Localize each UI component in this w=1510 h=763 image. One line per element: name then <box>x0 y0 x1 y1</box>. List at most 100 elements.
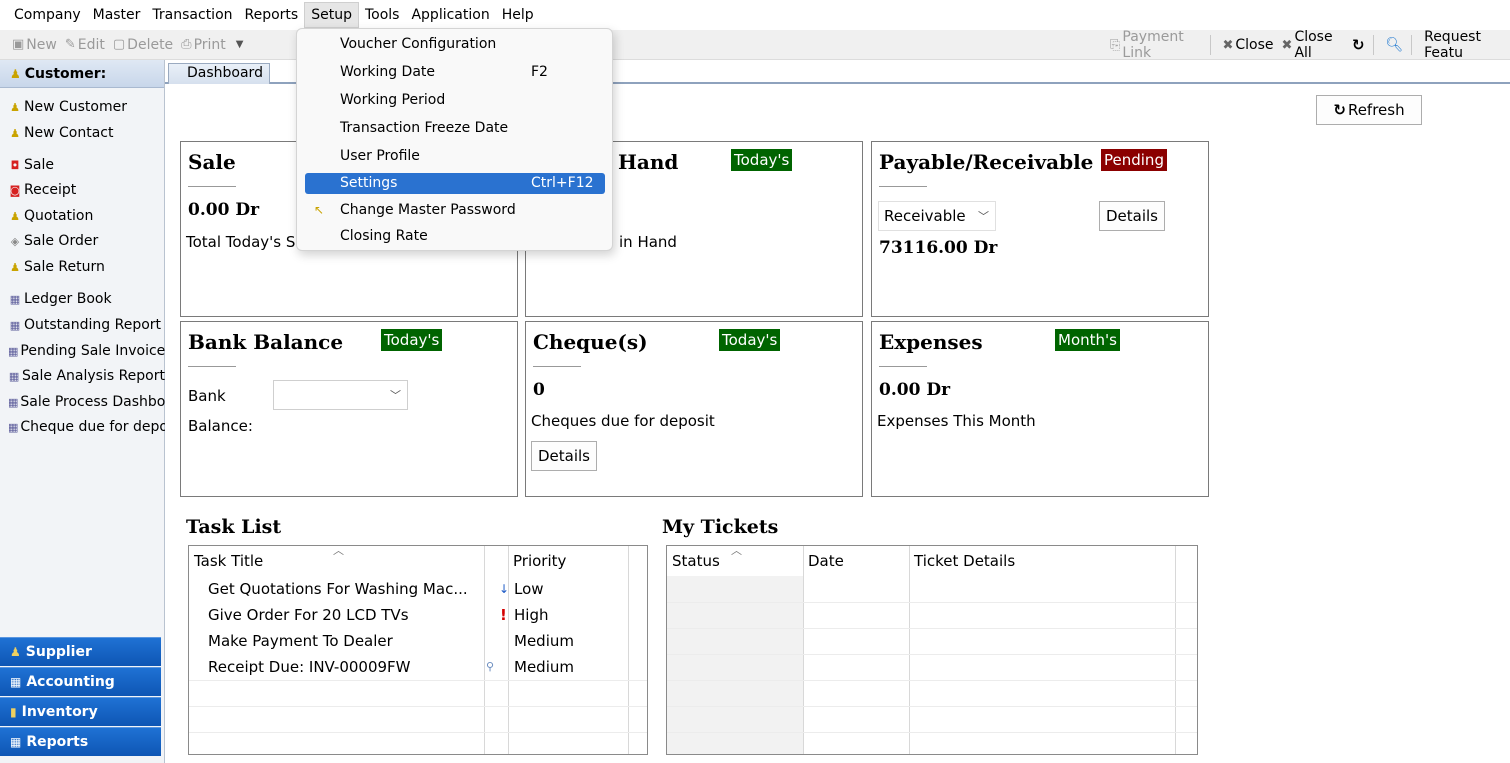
sort-arrow-icon: ︿ <box>333 545 344 557</box>
new-button[interactable]: ▣ New <box>12 37 57 53</box>
expenses-value: 0.00 Dr <box>879 380 951 400</box>
row-divider <box>667 628 1197 629</box>
sidebar-item-receipt[interactable]: ◙ Receipt <box>8 182 165 198</box>
title-underline <box>879 186 927 187</box>
attachment-icon: ⚲ <box>486 660 495 673</box>
menu-setup[interactable]: Setup <box>304 2 359 28</box>
sort-arrow-icon: ︿ <box>731 545 742 557</box>
sidebar-section-inventory[interactable]: ▮ Inventory <box>0 697 161 726</box>
my-tickets-title: My Tickets <box>662 516 779 538</box>
sidebar-item-ledger-book[interactable]: ▦ Ledger Book <box>8 291 165 307</box>
sidebar: ♟ Customer: ♟ New Customer ♟ New Contact ◘… <box>0 60 165 763</box>
menu-bar: Company Master Transaction Reports Setup… <box>0 0 1510 30</box>
chevron-down-icon: ﹀ <box>978 210 989 223</box>
sale-desc: Total Today's S <box>186 233 296 251</box>
menu-item-working-date[interactable]: Working Date F2 <box>305 62 605 83</box>
receivable-select[interactable]: Receivable ﹀ <box>878 201 996 231</box>
sidebar-item-sale-return[interactable]: ♟ Sale Return <box>8 259 165 275</box>
menu-item-closing-rate[interactable]: Closing Rate <box>305 226 605 247</box>
delete-icon: ▢ <box>112 37 126 52</box>
sidebar-item-new-contact[interactable]: ♟ New Contact <box>8 125 165 141</box>
sidebar-item-sale-process-dashboard[interactable]: ▦ Sale Process Dashboa <box>8 394 165 410</box>
cheques-details-button[interactable]: Details <box>531 441 598 471</box>
row-divider <box>667 654 1197 655</box>
sale-value: 0.00 Dr <box>188 200 260 220</box>
priority-cell: Medium <box>514 658 574 676</box>
column-header-date[interactable]: Date <box>803 546 844 576</box>
refresh-toolbar-icon[interactable]: ↻ <box>1352 36 1365 54</box>
sidebar-item-quotation[interactable]: ♟ Quotation <box>8 208 165 224</box>
payable-details-button[interactable]: Details <box>1099 201 1166 231</box>
close-button[interactable]: ✖ Close <box>1222 37 1273 53</box>
priority-cell: Medium <box>514 632 574 650</box>
tab-dashboard[interactable]: Dashboard <box>168 63 270 84</box>
column-divider <box>628 546 629 754</box>
card-title: Sale <box>188 150 236 174</box>
menu-reports[interactable]: Reports <box>239 3 305 27</box>
my-tickets-grid[interactable]: Status ︿ Date Ticket Details <box>666 545 1198 755</box>
payment-link-button[interactable]: ⎘ Payment Link <box>1110 29 1202 61</box>
column-header-ticket-details[interactable]: Ticket Details <box>909 546 1015 576</box>
report-icon: ▦ <box>9 292 21 306</box>
card-title: Bank Balance <box>188 330 344 354</box>
search-icon[interactable]: 🔍︎ <box>1385 37 1403 53</box>
close-icon: ✖ <box>1222 37 1234 53</box>
menu-company[interactable]: Company <box>8 3 87 27</box>
column-header-priority[interactable]: Priority <box>508 546 566 576</box>
print-dropdown-icon[interactable]: ▼ <box>236 39 244 50</box>
sidebar-item-sale[interactable]: ◘ Sale <box>8 157 165 173</box>
accounting-icon: ▦ <box>10 675 22 689</box>
sidebar-header-customer[interactable]: ♟ Customer: <box>0 60 164 88</box>
column-header-status[interactable]: Status <box>667 546 720 576</box>
card-title: Cheque(s) <box>533 330 648 354</box>
task-title-cell[interactable]: Make Payment To Dealer <box>208 628 393 654</box>
sidebar-item-sale-analysis-report[interactable]: ▦ Sale Analysis Report <box>8 368 165 384</box>
request-feature-button[interactable]: Request Featu <box>1424 29 1510 61</box>
card-cheques: Cheque(s) Today's 0 Cheques due for depo… <box>525 321 863 497</box>
sale-icon: ◘ <box>10 158 20 172</box>
sidebar-item-cheque-due[interactable]: ▦ Cheque due for depos <box>8 419 165 435</box>
sidebar-section-accounting[interactable]: ▦ Accounting <box>0 667 161 696</box>
edit-button[interactable]: ✎ Edit <box>65 37 105 53</box>
sidebar-item-pending-sale-invoices[interactable]: ▦ Pending Sale Invoices <box>8 343 165 359</box>
order-icon: ◈ <box>10 234 20 248</box>
close-all-button[interactable]: ✖ Close All <box>1282 29 1344 61</box>
title-underline <box>188 366 236 367</box>
task-title-cell[interactable]: Receipt Due: INV-00009FW <box>208 654 411 680</box>
menu-item-voucher-configuration[interactable]: Voucher Configuration <box>305 34 605 55</box>
cheques-desc: Cheques due for deposit <box>531 412 715 430</box>
column-header-task-title[interactable]: Task Title <box>189 546 263 576</box>
task-title-cell[interactable]: Give Order For 20 LCD TVs <box>208 602 409 628</box>
sidebar-item-outstanding-report[interactable]: ▦ Outstanding Report <box>8 317 165 333</box>
menu-application[interactable]: Application <box>405 3 495 27</box>
reports-icon: ▦ <box>10 735 22 749</box>
report-icon: ▦ <box>8 344 19 358</box>
print-button[interactable]: ⎙ Print <box>181 37 226 53</box>
sidebar-item-sale-order[interactable]: ◈ Sale Order <box>8 233 165 249</box>
menu-item-transaction-freeze-date[interactable]: Transaction Freeze Date <box>305 118 605 139</box>
menu-master[interactable]: Master <box>87 3 147 27</box>
delete-button[interactable]: ▢ Delete <box>113 37 173 53</box>
menu-transaction[interactable]: Transaction <box>146 3 238 27</box>
task-list-grid[interactable]: Task Title ︿ Priority Get Quotations For… <box>188 545 648 755</box>
printer-icon: ⎙ <box>181 37 192 52</box>
toolbar-right: ⎘ Payment Link ✖ Close ✖ Close All ↻ 🔍︎ Req… <box>1106 29 1510 61</box>
key-icon: ↖ <box>314 203 325 217</box>
menu-item-change-master-password[interactable]: ↖ Change Master Password <box>305 200 605 221</box>
row-divider <box>189 706 647 707</box>
menu-item-working-period[interactable]: Working Period <box>305 90 605 111</box>
menu-tools[interactable]: Tools <box>359 3 406 27</box>
menu-item-settings[interactable]: Settings Ctrl+F12 <box>305 173 605 194</box>
sidebar-section-supplier[interactable]: ♟ Supplier <box>0 637 161 666</box>
sidebar-section-reports[interactable]: ▦ Reports <box>0 727 161 756</box>
task-title-cell[interactable]: Get Quotations For Washing Mac... <box>208 576 468 602</box>
priority-cell: Low <box>514 580 544 598</box>
bank-select[interactable]: ﹀ <box>273 380 408 410</box>
months-badge: Month's <box>1055 329 1120 351</box>
sidebar-item-new-customer[interactable]: ♟ New Customer <box>8 99 165 115</box>
task-list-title: Task List <box>186 516 282 538</box>
refresh-button[interactable]: ↻ Refresh <box>1316 95 1422 125</box>
menu-item-user-profile[interactable]: User Profile <box>305 146 605 167</box>
card-title: Payable/Receivable <box>879 150 1094 174</box>
menu-help[interactable]: Help <box>496 3 540 27</box>
